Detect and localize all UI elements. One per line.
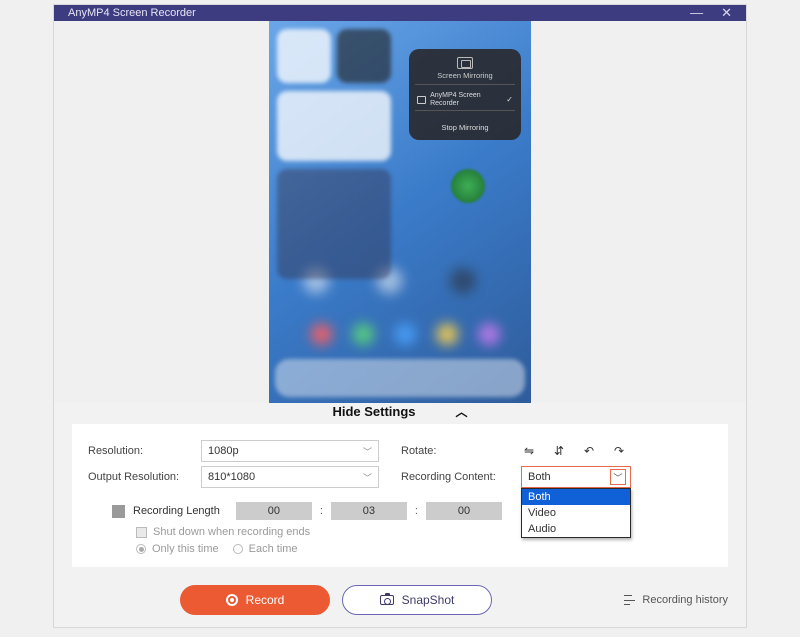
recording-length-label: Recording Length [133, 505, 220, 517]
each-time-label: Each time [249, 543, 298, 555]
recording-history-label: Recording history [642, 594, 728, 606]
resolution-select[interactable]: 1080p ﹀ [201, 440, 379, 462]
flip-vertical-icon[interactable]: ⇵ [551, 444, 567, 458]
output-resolution-label: Output Resolution: [88, 471, 193, 483]
rotate-right-icon[interactable]: ↷ [611, 444, 627, 458]
recording-content-dropdown: Both Video Audio [521, 488, 631, 538]
bottom-bar: Record SnapShot Recording history [54, 577, 746, 627]
output-resolution-value: 810*1080 [208, 471, 255, 483]
record-icon [226, 594, 238, 606]
screen-mirroring-popup: Screen Mirroring AnyMP4 Screen Recorder … [409, 49, 521, 140]
each-time-radio[interactable] [233, 544, 243, 554]
hide-settings-label: Hide Settings [332, 404, 415, 419]
record-label: Record [246, 593, 285, 607]
settings-panel: Resolution: 1080p ﹀ Rotate: ⇋ ⇵ ↶ ↷ Outp… [72, 424, 728, 567]
resolution-value: 1080p [208, 445, 239, 457]
recording-content-label: Recording Content: [401, 471, 513, 483]
home-widget [337, 29, 391, 83]
only-this-time-radio[interactable] [136, 544, 146, 554]
recording-length-checkbox[interactable] [112, 505, 125, 518]
home-widget [277, 91, 391, 161]
snapshot-label: SnapShot [402, 593, 455, 607]
record-button[interactable]: Record [180, 585, 330, 615]
check-icon: ✓ [506, 95, 513, 104]
minutes-input[interactable]: 03 [331, 502, 407, 520]
option-both[interactable]: Both [522, 489, 630, 505]
rotate-label: Rotate: [401, 445, 513, 457]
monitor-icon [417, 96, 426, 104]
mirror-heading: Screen Mirroring [415, 71, 515, 85]
option-video[interactable]: Video [522, 505, 630, 521]
dock [275, 359, 525, 397]
mirror-device[interactable]: AnyMP4 Screen Recorder ✓ [415, 89, 515, 111]
call-icon [451, 169, 485, 203]
hide-settings-toggle[interactable]: Hide Settings ︿ [54, 403, 746, 420]
close-icon[interactable]: ✕ [721, 5, 732, 21]
option-audio[interactable]: Audio [522, 521, 630, 537]
titlebar: AnyMP4 Screen Recorder — ✕ [54, 5, 746, 21]
chevron-down-icon: ﹀ [610, 469, 626, 485]
shutdown-label: Shut down when recording ends [153, 526, 310, 538]
minimize-icon[interactable]: — [690, 5, 703, 21]
home-widget [277, 169, 391, 279]
preview-area: Screen Mirroring AnyMP4 Screen Recorder … [54, 21, 746, 403]
camera-icon [380, 595, 394, 605]
only-this-time-label: Only this time [152, 543, 219, 555]
seconds-input[interactable]: 00 [426, 502, 502, 520]
chevron-down-icon: ﹀ [363, 445, 372, 458]
resolution-label: Resolution: [88, 445, 193, 457]
mirror-device-label: AnyMP4 Screen Recorder [430, 92, 502, 107]
home-widget [277, 29, 331, 83]
app-title: AnyMP4 Screen Recorder [68, 7, 196, 19]
chevron-up-icon: ︿ [456, 403, 468, 420]
recording-content-select[interactable]: Both ﹀ [521, 466, 631, 488]
recording-history-link[interactable]: Recording history [624, 594, 728, 606]
hours-input[interactable]: 00 [236, 502, 312, 520]
phone-preview: Screen Mirroring AnyMP4 Screen Recorder … [269, 21, 531, 403]
stop-mirroring[interactable]: Stop Mirroring [415, 111, 515, 132]
output-resolution-select[interactable]: 810*1080 ﹀ [201, 466, 379, 488]
rotate-left-icon[interactable]: ↶ [581, 444, 597, 458]
app-window: AnyMP4 Screen Recorder — ✕ Screen Mirror… [53, 4, 747, 628]
list-icon [624, 595, 636, 605]
flip-horizontal-icon[interactable]: ⇋ [521, 444, 537, 458]
snapshot-button[interactable]: SnapShot [342, 585, 492, 615]
chevron-down-icon: ﹀ [363, 471, 372, 484]
cast-icon [457, 57, 473, 69]
shutdown-checkbox[interactable] [136, 527, 147, 538]
recording-content-value: Both [528, 471, 551, 483]
